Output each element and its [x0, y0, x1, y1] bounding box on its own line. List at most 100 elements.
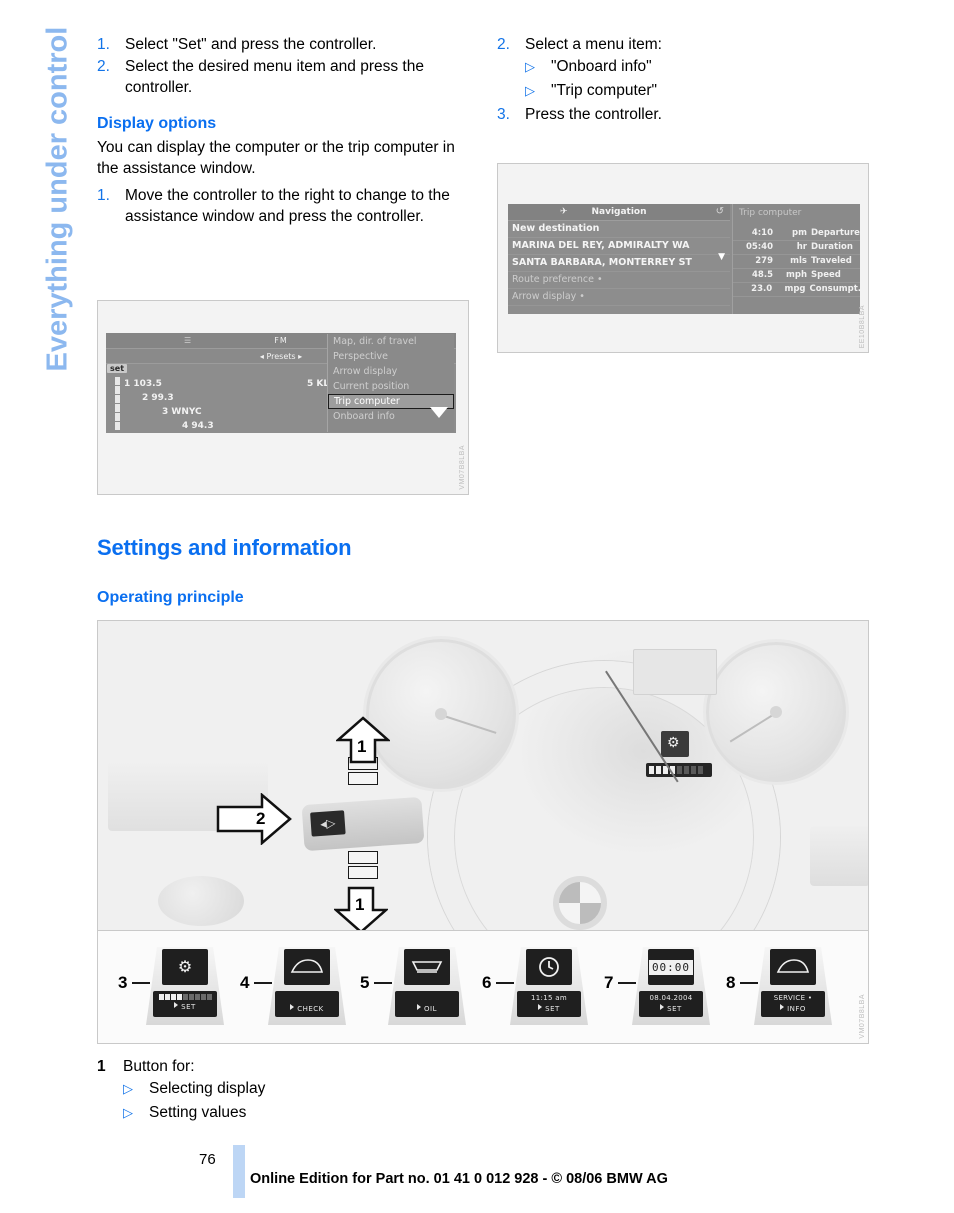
page-title: Settings and information: [97, 535, 352, 560]
leader-line: [496, 982, 514, 984]
menu-item-map-dir-of-travel[interactable]: Map, dir. of travel: [328, 334, 454, 349]
chapter-tab-label: Everything under control: [41, 26, 74, 372]
right-arrow-icon: [290, 1004, 295, 1010]
tc-value: 48.5: [752, 270, 773, 280]
callout-number-6: 6: [482, 973, 492, 992]
nav-list-item[interactable]: New destination: [508, 221, 730, 238]
display-mode-6: 6 11:15 am SET: [482, 947, 588, 1025]
brightness-gear-icon: ⚙: [162, 949, 208, 985]
caption-item-label: Setting values: [149, 1104, 247, 1121]
display-label-line2: SET: [153, 1000, 217, 1011]
nav-list-item[interactable]: SANTA BARBARA, MONTERREY ST: [508, 255, 730, 272]
display-label-line1: SERVICE •: [773, 994, 813, 1002]
display-options-paragraph: You can display the computer or the trip…: [97, 139, 455, 177]
leader-line: [254, 982, 272, 984]
nav-header-label: Navigation: [591, 207, 647, 217]
triangle-bullet-icon: ▷: [123, 1081, 133, 1096]
list-item: 3. Press the controller.: [497, 104, 869, 125]
right-arrow-icon: [174, 1002, 179, 1008]
figure-caption: 1 Button for: ▷ Selecting display ▷ Sett…: [97, 1056, 517, 1126]
idrive-radio-screen: ☰ FM ◉ ◂ Presets ▸ set 1 103.5 5 KLOS 2 …: [106, 333, 456, 433]
tc-label: Consumpt.: [809, 284, 860, 294]
leader-line: [740, 982, 758, 984]
figure-credit: EE10B8LBA: [859, 304, 866, 348]
leader-line: [374, 982, 392, 984]
nav-left-panel: ✈ Navigation ↺ New destination MARINA DE…: [508, 204, 730, 314]
display-label-line2: INFO: [761, 1002, 825, 1013]
tc-label: Speed: [811, 270, 841, 280]
step-text: Select the desired menu item and press t…: [125, 58, 424, 96]
nav-list-item[interactable]: Route preference •: [508, 272, 730, 289]
table-row: 05:40 hr Duration: [733, 241, 860, 255]
display-label: CHECK: [275, 991, 339, 1017]
tc-label: Traveled: [811, 256, 852, 266]
preset-entry[interactable]: 1 103.5: [124, 379, 267, 389]
list-item: 2. Select a menu item:: [497, 34, 869, 55]
triangle-bullet-icon: ▷: [123, 1105, 133, 1120]
left-column: 1. Select "Set" and press the controller…: [97, 34, 469, 228]
steering-wheel-buttons[interactable]: [810, 826, 868, 886]
trip-computer-title: Trip computer: [739, 208, 802, 218]
tc-unit: mph: [786, 270, 807, 280]
chevron-down-icon[interactable]: [430, 407, 448, 418]
tuning-slider[interactable]: [115, 375, 120, 431]
set-button[interactable]: set: [107, 364, 128, 373]
callout-arrow-right: [216, 793, 292, 845]
tc-unit: hr: [796, 242, 807, 252]
idrive-nav-screen: ✈ Navigation ↺ New destination MARINA DE…: [508, 204, 860, 314]
figure-credit: VM07B8LBA: [459, 445, 466, 490]
nav-list-item[interactable]: MARINA DEL REY, ADMIRALTY WA: [508, 238, 730, 255]
right-arrow-icon: [780, 1004, 785, 1010]
clock-icon: [526, 949, 572, 985]
menu-item-arrow-display[interactable]: Arrow display: [328, 364, 454, 379]
list-item: 2. Select the desired menu item and pres…: [97, 56, 469, 98]
menu-item-current-position[interactable]: Current position: [328, 379, 454, 394]
step-text: Select "Set" and press the controller.: [125, 36, 377, 53]
brightness-bar-display: [646, 763, 712, 777]
tc-label: Departure: [811, 228, 860, 238]
callout-number-3: 3: [118, 973, 128, 992]
right-column: 2. Select a menu item: ▷ "Onboard info" …: [497, 34, 869, 126]
car-icon: [284, 949, 330, 985]
figure-navigation-screen: ✈ Navigation ↺ New destination MARINA DE…: [497, 163, 869, 353]
table-row: 4:10 pm Departure: [733, 227, 860, 241]
callout-number-1-top: 1: [357, 737, 367, 756]
callout-number-7: 7: [604, 973, 614, 992]
preset-entry[interactable]: 2 99.3: [124, 393, 265, 403]
display-label: 08.04.2004 SET: [639, 991, 703, 1017]
stalk-button[interactable]: ◂▷: [310, 810, 346, 837]
callout-number-4: 4: [240, 973, 250, 992]
display-label-line1: [395, 991, 459, 1002]
preset-entry[interactable]: 3 WNYC: [124, 407, 265, 417]
display-label: 11:15 am SET: [517, 991, 581, 1017]
step-text: Press the controller.: [525, 106, 662, 123]
tc-unit: mls: [790, 256, 807, 266]
list-item: 1. Move the controller to the right to c…: [97, 185, 469, 227]
footer-accent-bar: [233, 1145, 245, 1198]
chapter-tab: Everything under control: [0, 0, 92, 400]
step-number: 2.: [97, 58, 110, 75]
step-number: 3.: [497, 106, 510, 123]
bmw-logo: [553, 876, 607, 930]
list-item: ▷ "Onboard info": [525, 56, 869, 78]
display-label-line1: 11:15 am: [531, 994, 567, 1002]
menu-option-label: "Onboard info": [551, 58, 652, 75]
preset-entry[interactable]: 4 94.3: [124, 421, 266, 431]
display-label: SET: [153, 991, 217, 1017]
caption-title: Button for:: [123, 1058, 195, 1075]
step-number: 2.: [497, 36, 510, 53]
figure-dashboard: ⚙ ◂▷ 1 1 2 3 ⚙ SET 4 CHECK 5 OIL 6 11:15…: [97, 620, 869, 1044]
nav-header: ✈ Navigation ↺: [508, 204, 730, 221]
steering-column-stalk: ◂▷: [301, 796, 425, 852]
ignition-knob: [158, 876, 244, 926]
list-item: ▷ Setting values: [123, 1102, 517, 1124]
tc-value: 4:10: [751, 228, 773, 238]
step-text: Move the controller to the right to chan…: [125, 187, 450, 225]
display-mode-7: 7 00:00 08.04.2004 SET: [604, 947, 710, 1025]
right-arrow-icon: [538, 1004, 543, 1010]
nav-list-item[interactable]: Arrow display •: [508, 289, 730, 306]
section-subtitle: Operating principle: [97, 589, 244, 606]
tc-unit: mpg: [784, 284, 806, 294]
tc-value: 279: [755, 256, 773, 266]
menu-item-perspective[interactable]: Perspective: [328, 349, 454, 364]
